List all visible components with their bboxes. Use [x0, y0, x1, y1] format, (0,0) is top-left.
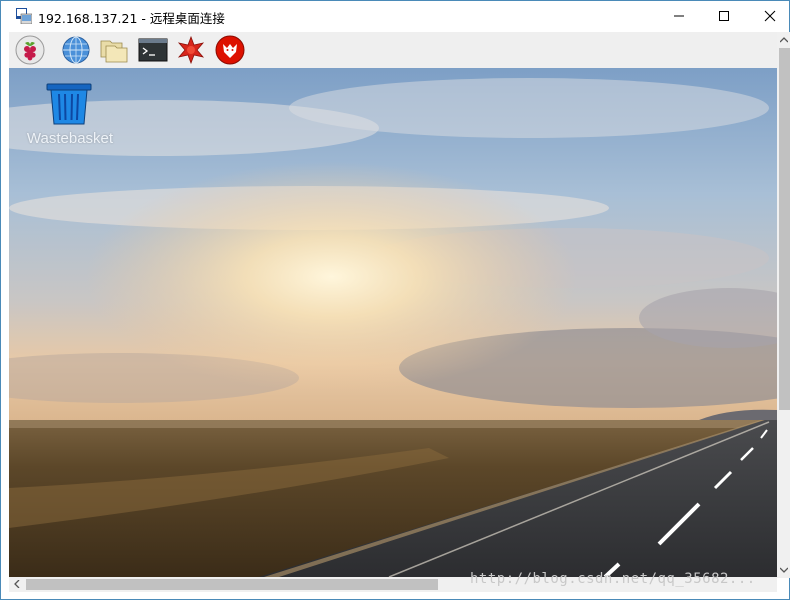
pi-taskbar	[9, 32, 777, 69]
scroll-down-arrow[interactable]	[777, 563, 791, 577]
chevron-up-icon	[780, 37, 788, 43]
vertical-scrollbar[interactable]	[777, 32, 791, 578]
wastebasket-label: Wastebasket	[26, 130, 114, 147]
raspberry-menu-icon[interactable]	[15, 35, 45, 65]
background-strip	[790, 0, 800, 600]
wastebasket-icon	[46, 83, 92, 125]
scroll-left-arrow[interactable]	[10, 577, 24, 591]
remote-desktop-app-icon	[16, 8, 32, 24]
maximize-icon	[719, 11, 729, 21]
close-icon	[764, 10, 776, 22]
window-title: 192.168.137.21 - 远程桌面连接	[38, 11, 225, 26]
chevron-down-icon	[780, 567, 788, 573]
web-browser-icon[interactable]	[61, 35, 91, 65]
mathematica-icon[interactable]	[176, 35, 206, 65]
desktop-background[interactable]: Wastebasket	[9, 68, 777, 577]
horizontal-scroll-thumb[interactable]	[26, 579, 438, 590]
maximize-button[interactable]	[701, 1, 747, 31]
wolfram-icon[interactable]	[215, 35, 245, 65]
remote-desktop-window: 192.168.137.21 - 远程桌面连接 Wastebasket	[0, 0, 791, 600]
title-bar[interactable]: 192.168.137.21 - 远程桌面连接	[1, 1, 789, 31]
minimize-icon	[674, 15, 684, 17]
scroll-up-arrow[interactable]	[777, 33, 791, 47]
remote-screen[interactable]: Wastebasket	[9, 32, 777, 577]
vertical-scroll-thumb[interactable]	[779, 48, 790, 410]
minimize-button[interactable]	[656, 1, 702, 31]
watermark-text: http://blog.csdn.net/qq_35682...	[470, 571, 756, 587]
terminal-icon[interactable]	[138, 35, 168, 65]
chevron-left-icon	[14, 580, 20, 588]
file-manager-icon[interactable]	[99, 35, 129, 65]
close-button[interactable]	[747, 1, 793, 31]
